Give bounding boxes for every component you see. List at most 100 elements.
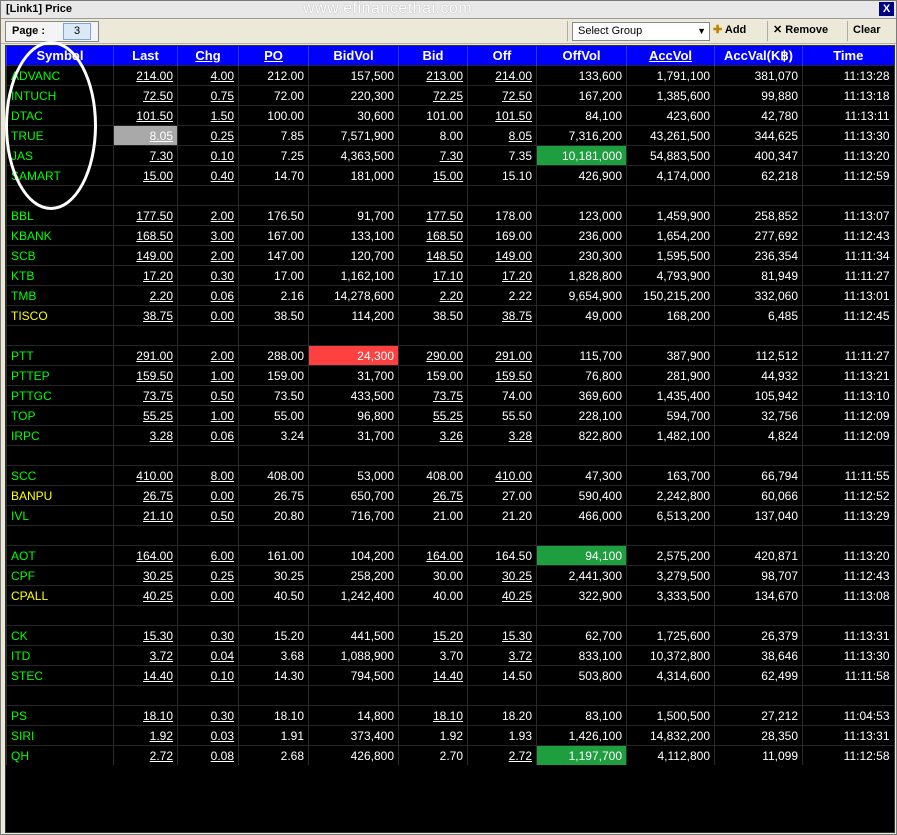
column-header[interactable]: AccVol	[626, 46, 715, 66]
table-row[interactable]: IRPC 3.28 0.06 3.24 31,700 3.26 3.28 822,800 1,4…	[6, 425, 894, 446]
table-row[interactable]: TMB 2.20 0.06 2.16 14,278,600 2.20 2.22 9,654,9…	[6, 285, 894, 306]
cell-last: 55.25	[113, 405, 178, 426]
cell-bid: 8.00	[398, 125, 468, 146]
cell-accvol: 281,900	[626, 365, 715, 386]
cell-time: 11:13:29	[802, 505, 894, 526]
table-row[interactable]: SAMART 15.00 0.40 14.70 181,000 15.00 15.10 426…	[6, 165, 894, 186]
cell-chg: 8.00	[177, 465, 239, 486]
page-input[interactable]: 3	[63, 23, 91, 40]
column-header[interactable]: OffVol	[536, 46, 627, 66]
clear-button[interactable]: Clear	[853, 22, 881, 39]
table-row[interactable]: TRUE 8.05 0.25 7.85 7,571,900 8.00 8.05 7,316,2…	[6, 125, 894, 146]
cell-time: 11:13:30	[802, 125, 894, 146]
table-row[interactable]: QH 2.72 0.08 2.68 426,800 2.70 2.72 1,197,700 4,…	[6, 745, 894, 765]
cell-offvol: 76,800	[536, 365, 627, 386]
table-row[interactable]: JAS 7.30 0.10 7.25 4,363,500 7.30 7.35 10,181,0…	[6, 145, 894, 166]
cell-bidvol: 1,088,900	[308, 645, 399, 666]
table-row[interactable]: SCC 410.00 8.00 408.00 53,000 408.00 410.00 47,…	[6, 465, 894, 486]
column-header[interactable]: AccVal(K฿)	[714, 46, 803, 66]
cell-po: 176.50	[238, 205, 309, 226]
cell-offvol: 47,300	[536, 465, 627, 486]
empty-cell	[113, 185, 178, 206]
column-header[interactable]: Symbol	[6, 46, 114, 66]
empty-cell	[6, 325, 114, 346]
cell-time: 11:13:07	[802, 205, 894, 226]
cell-last: 15.00	[113, 165, 178, 186]
table-row[interactable]: CPF 30.25 0.25 30.25 258,200 30.00 30.25 2,441,…	[6, 565, 894, 586]
cell-accval: 28,350	[714, 725, 803, 746]
cell-bid: 73.75	[398, 385, 468, 406]
table-row[interactable]: TOP 55.25 1.00 55.00 96,800 55.25 55.50 228,100…	[6, 405, 894, 426]
add-button[interactable]: ✚ Add	[713, 22, 746, 39]
cell-accval: 258,852	[714, 205, 803, 226]
table-row[interactable]: BANPU 26.75 0.00 26.75 650,700 26.75 27.00 590,…	[6, 485, 894, 506]
cell-symbol: SIRI	[6, 725, 114, 746]
cell-symbol: PTTGC	[6, 385, 114, 406]
table-row[interactable]: STEC 14.40 0.10 14.30 794,500 14.40 14.50 503,8…	[6, 665, 894, 686]
empty-cell	[626, 325, 715, 346]
table-row[interactable]: PS 18.10 0.30 18.10 14,800 18.10 18.20 83,100 1,…	[6, 705, 894, 726]
table-row[interactable]: DTAC 101.50 1.50 100.00 30,600 101.00 101.50 84…	[6, 105, 894, 126]
table-row[interactable]: ADVANC 214.00 4.00 212.00 157,500 213.00 214.0…	[6, 65, 894, 86]
cell-time: 11:13:01	[802, 285, 894, 306]
group-select[interactable]: Select Group ▼	[572, 22, 710, 41]
close-button[interactable]: X	[879, 2, 894, 16]
cell-time: 11:11:55	[802, 465, 894, 486]
cell-bidvol: 220,300	[308, 85, 399, 106]
cell-last: 15.30	[113, 625, 178, 646]
cell-bid: 3.70	[398, 645, 468, 666]
column-header[interactable]: PO	[238, 46, 309, 66]
cell-accval: 26,379	[714, 625, 803, 646]
column-header[interactable]: Time	[802, 46, 894, 66]
cell-off: 214.00	[467, 65, 537, 86]
table-row[interactable]: INTUCH 72.50 0.75 72.00 220,300 72.25 72.50 167…	[6, 85, 894, 106]
table-row[interactable]: AOT 164.00 6.00 161.00 104,200 164.00 164.50 94…	[6, 545, 894, 566]
table-row[interactable]: ITD 3.72 0.04 3.68 1,088,900 3.70 3.72 833,100 1…	[6, 645, 894, 666]
table-row[interactable]: BBL 177.50 2.00 176.50 91,700 177.50 178.00 123…	[6, 205, 894, 226]
cell-po: 38.50	[238, 305, 309, 326]
column-header[interactable]: BidVol	[308, 46, 399, 66]
table-row[interactable]: KBANK 168.50 3.00 167.00 133,100 168.50 169.00…	[6, 225, 894, 246]
cell-bidvol: 133,100	[308, 225, 399, 246]
table-row[interactable]: TISCO 38.75 0.00 38.50 114,200 38.50 38.75 49,0…	[6, 305, 894, 326]
cell-last: 3.28	[113, 425, 178, 446]
toolbar-divider	[567, 21, 568, 41]
remove-button[interactable]: ✕ Remove	[773, 22, 828, 39]
column-header[interactable]: Bid	[398, 46, 468, 66]
cell-off: 101.50	[467, 105, 537, 126]
table-row[interactable]: KTB 17.20 0.30 17.00 1,162,100 17.10 17.20 1,82…	[6, 265, 894, 286]
cell-last: 26.75	[113, 485, 178, 506]
cell-last: 214.00	[113, 65, 178, 86]
empty-cell	[398, 605, 468, 626]
table-row[interactable]: SIRI 1.92 0.03 1.91 373,400 1.92 1.93 1,426,100…	[6, 725, 894, 746]
table-row[interactable]: PTTEP 159.50 1.00 159.00 31,700 159.00 159.50 7…	[6, 365, 894, 386]
cell-bid: 18.10	[398, 705, 468, 726]
cell-offvol: 466,000	[536, 505, 627, 526]
cell-accvol: 6,513,200	[626, 505, 715, 526]
empty-cell	[6, 185, 114, 206]
table-row[interactable]: CK 15.30 0.30 15.20 441,500 15.20 15.30 62,700 1…	[6, 625, 894, 646]
empty-cell	[6, 605, 114, 626]
cell-bid: 408.00	[398, 465, 468, 486]
cell-po: 72.00	[238, 85, 309, 106]
cell-bid: 3.26	[398, 425, 468, 446]
cell-po: 40.50	[238, 585, 309, 606]
table-row[interactable]: IVL 21.10 0.50 20.80 716,700 21.00 21.20 466,00…	[6, 505, 894, 526]
cell-bid: 1.92	[398, 725, 468, 746]
column-header[interactable]: Chg	[177, 46, 239, 66]
cell-accval: 134,670	[714, 585, 803, 606]
table-row[interactable]: PTT 291.00 2.00 288.00 24,300 290.00 291.00 115…	[6, 345, 894, 366]
column-header[interactable]: Off	[467, 46, 537, 66]
table-row[interactable]: CPALL 40.25 0.00 40.50 1,242,400 40.00 40.25 32…	[6, 585, 894, 606]
cell-accvol: 2,575,200	[626, 545, 715, 566]
table-row[interactable]: SCB 149.00 2.00 147.00 120,700 148.50 149.00 23…	[6, 245, 894, 266]
cell-last: 17.20	[113, 265, 178, 286]
cell-bidvol: 30,600	[308, 105, 399, 126]
cell-chg: 0.10	[177, 145, 239, 166]
chevron-down-icon[interactable]: ▼	[697, 23, 706, 40]
cell-accvol: 1,459,900	[626, 205, 715, 226]
cell-symbol: PTTEP	[6, 365, 114, 386]
table-row[interactable]: PTTGC 73.75 0.50 73.50 433,500 73.75 74.00 369,…	[6, 385, 894, 406]
column-header[interactable]: Last	[113, 46, 178, 66]
cell-time: 11:11:27	[802, 265, 894, 286]
